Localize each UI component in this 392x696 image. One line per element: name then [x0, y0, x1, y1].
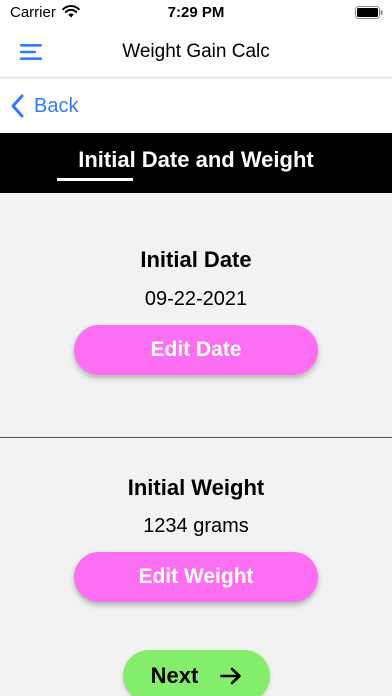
section-header: Initial Date and Weight	[0, 133, 392, 193]
initial-date-value: 09-22-2021	[144, 288, 248, 310]
app-title: Weight Gain Calc	[122, 41, 270, 62]
back-label: Back	[34, 94, 79, 117]
navigation-bar: Weight Gain Calc	[0, 28, 392, 78]
initial-weight-label: Initial Weight	[127, 475, 265, 500]
divider	[0, 437, 392, 438]
initial-date-label: Initial Date	[140, 247, 252, 272]
edit-date-button[interactable]: Edit Date	[74, 325, 318, 375]
section-title: Initial Date and Weight	[78, 147, 314, 172]
next-label: Next	[150, 663, 199, 688]
next-button[interactable]: Next	[123, 650, 270, 696]
chevron-left-icon	[11, 94, 24, 118]
status-bar: Carrier 7:29 PM	[0, 0, 392, 28]
arrow-right-icon	[220, 667, 242, 685]
status-time: 7:29 PM	[167, 4, 225, 21]
edit-weight-button[interactable]: Edit Weight	[74, 552, 318, 602]
back-button[interactable]: Back	[10, 93, 78, 119]
back-bar: Back	[0, 79, 392, 133]
initial-weight-value: 1234 grams	[143, 515, 249, 537]
battery-icon	[355, 6, 383, 19]
title-underline	[57, 178, 133, 181]
